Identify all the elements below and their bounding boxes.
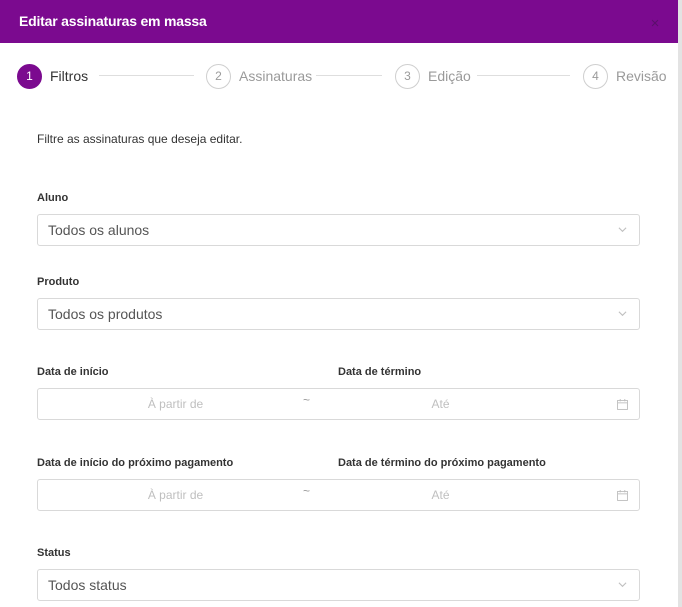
scrollbar[interactable] [678, 0, 682, 607]
produto-select[interactable]: Todos os produtos [37, 298, 640, 330]
aluno-label: Aluno [37, 192, 69, 204]
next-payment-end-label: Data de término do próximo pagamento [338, 457, 546, 469]
status-select[interactable]: Todos status [37, 569, 640, 601]
step-number: 3 [395, 63, 420, 89]
step-revisao[interactable]: 4 Revisão [583, 62, 667, 90]
intro-text: Filtre as assinaturas que deseja editar. [37, 132, 243, 146]
next-payment-range-picker[interactable]: À partir de ~ Até [37, 479, 640, 511]
next-payment-start-label: Data de início do próximo pagamento [37, 457, 234, 469]
step-connector [99, 75, 194, 76]
step-label: Assinaturas [239, 68, 313, 84]
chevron-down-icon [618, 311, 627, 317]
step-connector [477, 75, 570, 76]
next-payment-start-input[interactable]: À partir de [38, 480, 313, 510]
step-number: 1 [17, 63, 42, 89]
chevron-down-icon [618, 582, 627, 588]
wizard-steps: 1 Filtros 2 Assinaturas 3 Edição 4 Revis… [0, 62, 678, 90]
step-filtros[interactable]: 1 Filtros [17, 62, 88, 90]
calendar-icon [617, 490, 628, 501]
date-range-picker[interactable]: À partir de ~ Até [37, 388, 640, 420]
status-label: Status [37, 547, 71, 559]
step-assinaturas[interactable]: 2 Assinaturas [206, 62, 312, 90]
edit-subscriptions-modal: Editar assinaturas em massa × 1 Filtros … [0, 0, 678, 607]
step-number: 4 [583, 63, 608, 89]
start-date-label: Data de início [37, 366, 109, 378]
step-label: Filtros [50, 68, 89, 84]
step-connector [316, 75, 382, 76]
aluno-select-value: Todos os alunos [48, 222, 150, 238]
produto-select-value: Todos os produtos [48, 306, 163, 322]
produto-label: Produto [37, 276, 80, 288]
modal-header: Editar assinaturas em massa × [0, 0, 678, 43]
calendar-icon [617, 399, 628, 410]
close-icon: × [650, 15, 660, 32]
step-edicao[interactable]: 3 Edição [395, 62, 471, 90]
status-select-value: Todos status [48, 577, 127, 593]
modal-title: Editar assinaturas em massa [19, 13, 207, 29]
start-date-input[interactable]: À partir de [38, 389, 313, 419]
range-separator: ~ [303, 484, 311, 498]
end-date-label: Data de término [338, 366, 422, 378]
range-separator: ~ [303, 393, 311, 407]
close-button[interactable]: × [646, 14, 664, 34]
next-payment-end-input[interactable]: Até [328, 480, 553, 510]
end-date-input[interactable]: Até [328, 389, 553, 419]
step-label: Edição [428, 68, 471, 84]
step-number: 2 [206, 63, 231, 89]
step-label: Revisão [616, 68, 667, 84]
aluno-select[interactable]: Todos os alunos [37, 214, 640, 246]
chevron-down-icon [618, 227, 627, 233]
